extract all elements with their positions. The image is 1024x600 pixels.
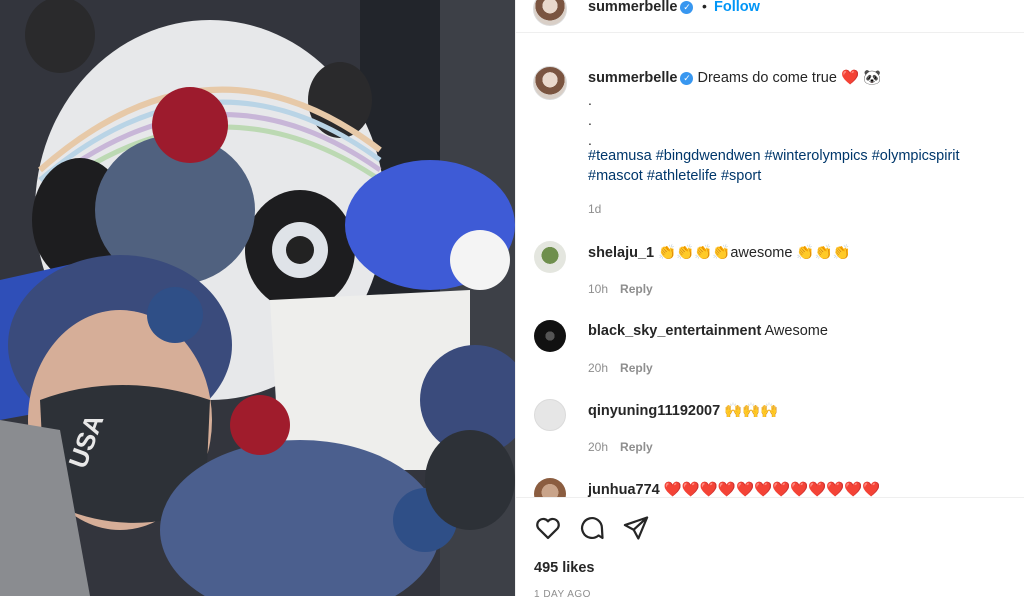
comment-text: 👏👏👏👏awesome 👏👏👏 xyxy=(658,245,851,261)
commenter-avatar[interactable] xyxy=(534,241,566,273)
caption-body: Dreams do come true ❤️ 🐼 xyxy=(697,70,882,86)
heart-icon[interactable] xyxy=(534,514,562,542)
comment-text: 🙌🙌🙌 xyxy=(724,403,779,419)
separator-dot: • xyxy=(702,0,707,14)
caption-hashtags[interactable]: #teamusa #bingdwendwen #winterolympics #… xyxy=(588,146,1008,186)
caption-avatar[interactable] xyxy=(533,66,567,100)
comment-meta: 20h Reply xyxy=(588,440,653,454)
reply-button[interactable]: Reply xyxy=(620,361,653,375)
verified-badge-icon: ✓ xyxy=(680,1,694,14)
comment-meta: 10h Reply xyxy=(588,282,653,296)
likes-count[interactable]: 495 likes xyxy=(534,560,594,576)
comment-line: junhua774 ❤️❤️❤️❤️❤️❤️❤️❤️❤️❤️❤️❤️ xyxy=(588,481,880,498)
comment-line: black_sky_entertainment Awesome xyxy=(588,323,828,339)
post-header: summerbelle ✓ • Follow xyxy=(516,0,1024,33)
reply-button[interactable]: Reply xyxy=(620,282,653,296)
caption-text: summerbelle ✓ Dreams do come true ❤️ 🐼 xyxy=(588,68,1008,88)
comment-line: shelaju_1 👏👏👏👏awesome 👏👏👏 xyxy=(588,244,851,261)
comment-item: shelaju_1 👏👏👏👏awesome 👏👏👏 10h Reply xyxy=(516,240,1024,310)
send-icon[interactable] xyxy=(622,514,650,542)
comment-meta: 20h Reply xyxy=(588,361,653,375)
caption-dots: . . . xyxy=(588,90,592,150)
verified-badge-icon: ✓ xyxy=(680,72,694,85)
author-username[interactable]: summerbelle ✓ xyxy=(588,0,694,15)
comment-text: ❤️❤️❤️❤️❤️❤️❤️❤️❤️❤️❤️❤️ xyxy=(663,482,881,498)
comment-age: 10h xyxy=(588,282,609,296)
comment-age: 20h xyxy=(588,361,609,375)
reply-button[interactable]: Reply xyxy=(620,440,653,454)
comment-username[interactable]: shelaju_1 xyxy=(588,245,654,261)
comment-age: 20h xyxy=(588,440,609,454)
comment-username[interactable]: junhua774 xyxy=(588,482,660,498)
post-side-panel: summerbelle ✓ • Follow summerbelle ✓ Dream… xyxy=(515,0,1024,600)
post-actions: 495 likes 1 DAY AGO xyxy=(516,497,1024,600)
author-avatar[interactable] xyxy=(533,0,567,26)
caption-username[interactable]: summerbelle ✓ xyxy=(588,70,698,86)
follow-button[interactable]: Follow xyxy=(714,0,760,15)
comment-username[interactable]: qinyuning11192007 xyxy=(588,403,720,419)
comment-line: qinyuning11192007 🙌🙌🙌 xyxy=(588,402,778,419)
caption-age: 1d xyxy=(588,202,602,216)
post-photo[interactable]: USA xyxy=(0,0,515,596)
selfie-image: USA xyxy=(0,0,515,596)
commenter-avatar[interactable] xyxy=(534,399,566,431)
caption-dot-line: . xyxy=(588,92,592,108)
caption-dot-line: . xyxy=(588,112,592,128)
comment-item: qinyuning11192007 🙌🙌🙌 20h Reply xyxy=(516,398,1024,468)
comment-icon[interactable] xyxy=(578,514,606,542)
post-timestamp: 1 DAY AGO xyxy=(534,589,591,600)
comment-text: Awesome xyxy=(764,323,828,339)
comment-item: black_sky_entertainment Awesome 20h Reply xyxy=(516,319,1024,389)
commenter-avatar[interactable] xyxy=(534,320,566,352)
comment-username[interactable]: black_sky_entertainment xyxy=(588,323,761,339)
